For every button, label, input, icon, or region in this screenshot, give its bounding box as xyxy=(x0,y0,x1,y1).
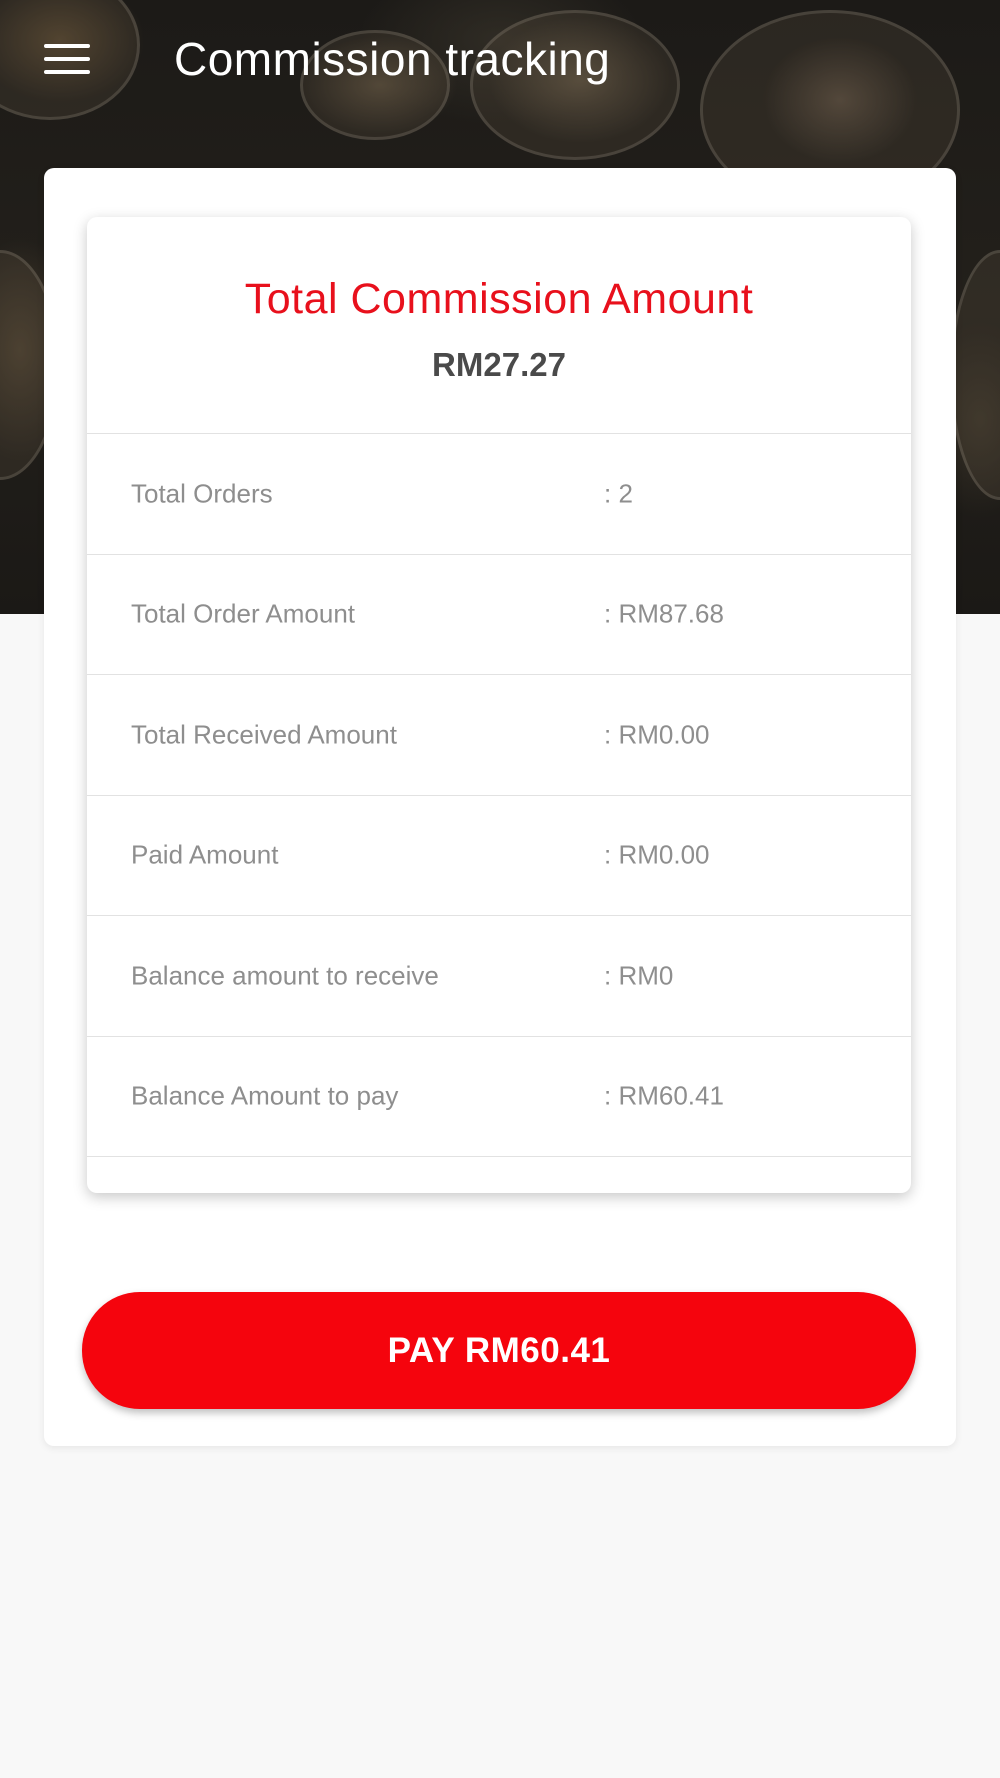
commission-total-section: Total Commission Amount RM27.27 xyxy=(87,217,911,434)
detail-label: Total Orders xyxy=(131,478,273,509)
commission-summary-card: Total Commission Amount RM27.27 Total Or… xyxy=(87,217,911,1193)
hamburger-menu-icon[interactable] xyxy=(44,42,92,76)
detail-value: : RM0.00 xyxy=(604,839,710,870)
detail-value: : RM0 xyxy=(604,960,674,991)
detail-row-total-order-amount: Total Order Amount : RM87.68 xyxy=(87,555,911,675)
detail-value: : RM87.68 xyxy=(604,598,724,629)
detail-label: Paid Amount xyxy=(131,839,279,870)
page-title: Commission tracking xyxy=(174,33,611,85)
detail-value: : 2 xyxy=(604,478,633,509)
detail-row-paid-amount: Paid Amount : RM0.00 xyxy=(87,796,911,916)
detail-value: : RM0.00 xyxy=(604,719,710,750)
detail-row-total-received-amount: Total Received Amount : RM0.00 xyxy=(87,675,911,796)
total-commission-amount: RM27.27 xyxy=(432,346,566,383)
detail-label: Balance amount to receive xyxy=(131,960,439,991)
total-commission-heading: Total Commission Amount xyxy=(244,275,754,323)
detail-row-total-orders: Total Orders : 2 xyxy=(87,434,911,555)
detail-label: Total Received Amount xyxy=(131,719,397,750)
detail-row-balance-to-pay: Balance Amount to pay : RM60.41 xyxy=(87,1037,911,1157)
app-bar: Commission tracking xyxy=(0,0,1000,124)
detail-label: Total Order Amount xyxy=(131,598,355,629)
detail-row-balance-to-receive: Balance amount to receive : RM0 xyxy=(87,916,911,1037)
detail-label: Balance Amount to pay xyxy=(131,1080,399,1111)
pay-button[interactable]: PAY RM60.41 xyxy=(82,1292,916,1409)
commission-details-list: Total Orders : 2 Total Order Amount : RM… xyxy=(87,434,911,1157)
detail-value: : RM60.41 xyxy=(604,1080,724,1111)
